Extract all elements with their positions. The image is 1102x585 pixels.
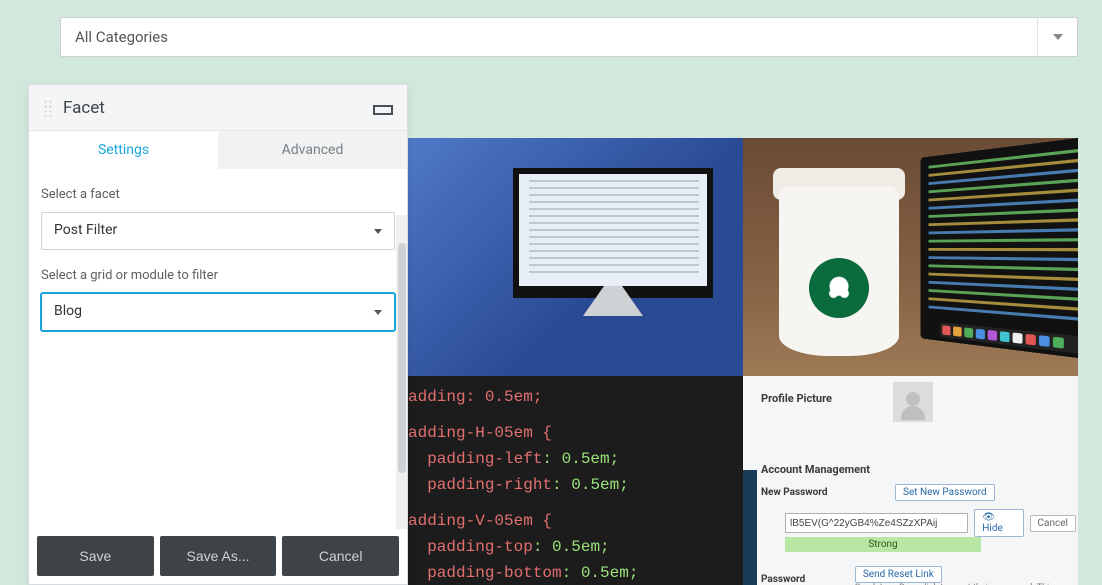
new-password-label: New Password xyxy=(761,487,871,498)
password-reset-label: Password Reset xyxy=(761,574,831,585)
code-text: adding-V-05em { xyxy=(408,512,552,530)
tab-advanced[interactable]: Advanced xyxy=(218,131,407,169)
chevron-down-icon xyxy=(374,229,382,234)
grid-select[interactable]: Blog xyxy=(41,293,395,331)
hide-label: Hide xyxy=(982,523,1003,534)
grid-tile[interactable] xyxy=(408,138,743,376)
chevron-down-icon xyxy=(374,310,382,315)
save-button[interactable]: Save xyxy=(37,536,154,576)
starbucks-logo-icon xyxy=(809,258,869,318)
account-mgmt-heading: Account Management xyxy=(761,463,1060,476)
code-text: : 0.5em; xyxy=(533,538,610,556)
code-text: padding-left xyxy=(427,450,542,468)
code-text: : 0.5em; xyxy=(552,476,629,494)
set-new-password-button[interactable]: Set New Password xyxy=(895,484,995,501)
eye-icon: 👁 xyxy=(982,512,995,523)
category-select-value: All Categories xyxy=(61,18,1077,56)
drag-handle-icon[interactable] xyxy=(43,99,53,117)
grid-tile[interactable]: adding: 0.5em; adding-H-05em { padding-l… xyxy=(408,376,743,585)
facet-panel: Facet Settings Advanced Select a facet P… xyxy=(28,84,408,585)
laptop-illustration xyxy=(921,138,1078,360)
maximize-icon[interactable] xyxy=(373,101,393,115)
panel-header[interactable]: Facet xyxy=(29,85,407,131)
tab-settings[interactable]: Settings xyxy=(29,131,218,169)
avatar-icon xyxy=(893,382,933,422)
scroll-thumb[interactable] xyxy=(398,243,406,473)
save-as-button[interactable]: Save As... xyxy=(160,536,277,576)
chevron-down-icon[interactable] xyxy=(1037,18,1077,56)
code-text: padding-bottom xyxy=(427,564,561,582)
facet-label: Select a facet xyxy=(41,187,395,202)
sidebar-stripe xyxy=(743,470,757,585)
category-select[interactable]: All Categories xyxy=(60,17,1078,57)
panel-title: Facet xyxy=(63,98,363,118)
cancel-password-button[interactable]: Cancel xyxy=(1030,515,1076,532)
code-text: adding-H-05em { xyxy=(408,424,552,442)
cancel-button[interactable]: Cancel xyxy=(282,536,399,576)
panel-scrollbar[interactable] xyxy=(396,215,408,529)
new-password-input[interactable] xyxy=(785,513,968,533)
grid-tile[interactable]: Profile Picture Account Management New P… xyxy=(743,376,1078,585)
facet-select-value: Post Filter xyxy=(54,222,117,238)
content-grid: adding: 0.5em; adding-H-05em { padding-l… xyxy=(408,138,1078,585)
panel-tabs: Settings Advanced xyxy=(29,131,407,169)
facet-select[interactable]: Post Filter xyxy=(41,212,395,250)
code-text: : 0.5em; xyxy=(562,564,639,582)
code-text: adding: 0.5em; xyxy=(408,388,542,406)
grid-label: Select a grid or module to filter xyxy=(41,268,395,283)
panel-footer: Save Save As... Cancel xyxy=(29,528,407,584)
hide-password-button[interactable]: 👁 Hide xyxy=(974,509,1023,537)
grid-select-value: Blog xyxy=(54,303,82,319)
password-strength: Strong xyxy=(785,537,981,552)
code-text: padding-top xyxy=(427,538,533,556)
imac-illustration xyxy=(513,168,713,298)
grid-tile[interactable] xyxy=(743,138,1078,376)
code-text: : 0.5em; xyxy=(542,450,619,468)
code-text: padding-right xyxy=(427,476,552,494)
send-reset-link-button[interactable]: Send Reset Link xyxy=(855,566,942,583)
